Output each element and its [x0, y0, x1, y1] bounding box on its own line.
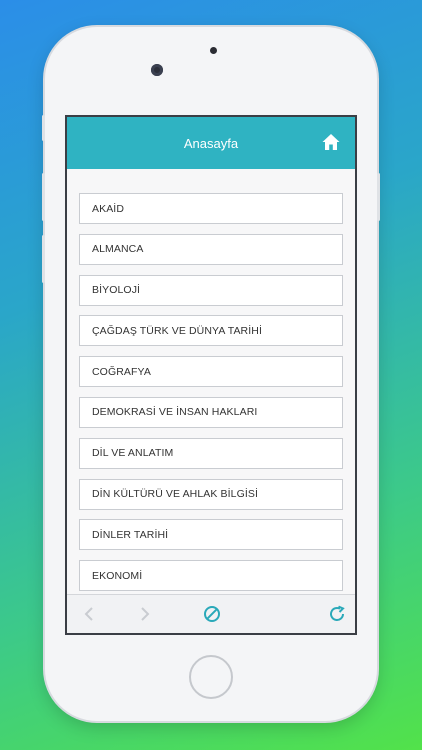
list-item-label: ALMANCA: [92, 243, 144, 256]
list-item-label: EKONOMİ: [92, 569, 143, 582]
home-button[interactable]: [189, 655, 233, 699]
list-item[interactable]: BİYOLOJİ: [79, 274, 343, 306]
list-item[interactable]: ÇAĞDAŞ TÜRK VE DÜNYA TARİHİ: [79, 315, 343, 347]
list-item-label: DİL VE ANLATIM: [92, 447, 174, 460]
list-item-label: DİN KÜLTÜRÜ VE AHLAK BİLGİSİ: [92, 488, 258, 501]
list-item[interactable]: DİN KÜLTÜRÜ VE AHLAK BİLGİSİ: [79, 478, 343, 510]
list-item-label: DİNLER TARİHİ: [92, 528, 169, 541]
reload-icon[interactable]: [328, 605, 346, 623]
list-item-label: BİYOLOJİ: [92, 284, 141, 297]
list-item[interactable]: EKONOMİ: [79, 560, 343, 592]
list-item-label: COĞRAFYA: [92, 365, 151, 378]
front-camera: [151, 64, 163, 76]
course-list: AKAİD ALMANCA BİYOLOJİ ÇAĞDAŞ TÜRK VE DÜNYA…: [67, 169, 355, 599]
app-header: Anasayfa: [67, 117, 355, 169]
silent-switch: [42, 115, 45, 141]
app-screen: Anasayfa AKAİD ALMANCA BİYOLOJİ ÇAĞDAŞ TÜRK…: [65, 115, 357, 635]
list-item-label: ÇAĞDAŞ TÜRK VE DÜNYA TARİHİ: [92, 324, 262, 337]
list-item[interactable]: DİL VE ANLATIM: [79, 437, 343, 469]
phone-frame: Anasayfa AKAİD ALMANCA BİYOLOJİ ÇAĞDAŞ TÜRK…: [42, 27, 380, 721]
home-icon[interactable]: [321, 132, 341, 152]
list-item[interactable]: COĞRAFYA: [79, 356, 343, 388]
volume-up-button: [42, 173, 45, 221]
list-item[interactable]: DİNLER TARİHİ: [79, 519, 343, 551]
chevron-right-icon[interactable]: [135, 605, 153, 623]
list-item[interactable]: DEMOKRASİ VE İNSAN HAKLARI: [79, 396, 343, 428]
list-item[interactable]: ALMANCA: [79, 233, 343, 265]
list-item[interactable]: AKAİD: [79, 193, 343, 224]
speaker: [210, 47, 217, 54]
stop-icon[interactable]: [203, 605, 221, 623]
chevron-left-icon[interactable]: [81, 605, 99, 623]
volume-down-button: [42, 235, 45, 283]
browser-toolbar: [67, 594, 355, 633]
power-button: [377, 173, 380, 221]
list-item-label: DEMOKRASİ VE İNSAN HAKLARI: [92, 406, 258, 419]
list-item-label: AKAİD: [92, 202, 125, 215]
page-title: Anasayfa: [183, 135, 239, 151]
